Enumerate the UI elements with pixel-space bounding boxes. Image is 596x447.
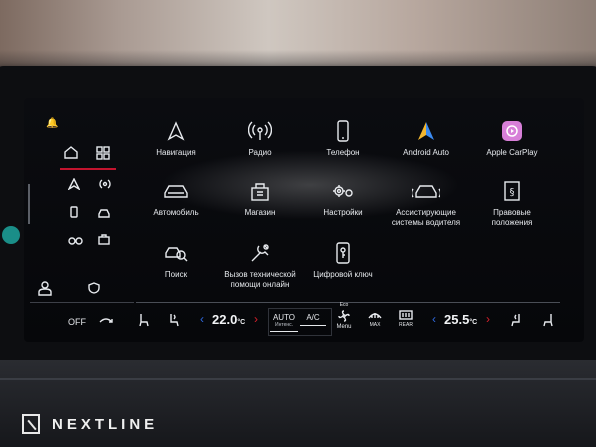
fan-menu-button[interactable]: Menu xyxy=(334,310,354,330)
home-icon[interactable] xyxy=(64,146,78,162)
app-label: Поиск xyxy=(164,270,188,279)
label-line1: Правовые xyxy=(493,208,531,217)
app-label: Вызов технической помощи онлайн xyxy=(224,270,295,290)
temperature-left-unit: °C xyxy=(237,319,246,326)
car-icon xyxy=(163,178,189,204)
label-line2: помощи онлайн xyxy=(230,280,290,289)
temperature-left-value: 22.0 xyxy=(212,312,238,327)
temp-right-decrease[interactable]: ‹ xyxy=(432,312,436,326)
app-label: Ассистирующие системы водителя xyxy=(392,208,460,228)
android-auto-icon xyxy=(417,118,435,144)
sidebar-separator xyxy=(30,302,134,303)
ac-button[interactable]: A/C xyxy=(300,313,326,326)
app-navigation[interactable]: Навигация xyxy=(128,118,224,158)
dashboard-edge xyxy=(0,378,596,380)
brand-name: NEXTLINE xyxy=(52,415,159,433)
ac-label: A/C xyxy=(306,313,320,322)
fan-icon xyxy=(338,310,350,322)
app-android-auto[interactable]: Android Auto xyxy=(378,118,474,158)
brand-logo-icon xyxy=(22,414,40,434)
search-icon xyxy=(164,240,188,266)
svg-text:§: § xyxy=(510,187,515,198)
app-label: Цифровой ключ xyxy=(313,270,373,279)
sidebar-divider xyxy=(28,184,30,224)
rear-label: REAR xyxy=(399,322,413,328)
label-line1: Ассистирующие xyxy=(396,208,456,217)
app-digital-key[interactable]: Цифровой ключ xyxy=(295,240,391,280)
app-settings[interactable]: Настройки xyxy=(295,178,391,218)
digital-key-icon xyxy=(335,240,351,266)
app-label: Настройки xyxy=(323,208,363,217)
temp-left-increase[interactable]: › xyxy=(254,312,258,326)
phone-icon[interactable] xyxy=(70,206,78,221)
grid-icon[interactable] xyxy=(96,146,112,162)
seat-vent-left-icon[interactable] xyxy=(168,313,180,329)
status-indicator xyxy=(2,226,20,244)
shield-car-icon[interactable] xyxy=(88,282,100,297)
temp-left-decrease[interactable]: ‹ xyxy=(200,312,204,326)
temp-right-increase[interactable]: › xyxy=(486,312,490,326)
temperature-right-value: 25.5 xyxy=(444,312,470,327)
max-label: MAX xyxy=(369,322,381,328)
defrost-icon xyxy=(368,313,382,319)
assist-icon xyxy=(412,178,440,204)
auto-intensity-label: Интенс. xyxy=(274,322,294,328)
brand-watermark: NEXTLINE xyxy=(22,412,158,436)
climate-off-button[interactable]: OFF xyxy=(68,317,86,327)
store-icon xyxy=(250,178,270,204)
seat-heat-left-icon[interactable] xyxy=(138,313,150,329)
active-tab-indicator xyxy=(60,168,116,170)
car-icon[interactable] xyxy=(97,207,111,221)
seat-vent-right-icon[interactable] xyxy=(510,313,522,329)
phone-icon xyxy=(337,118,349,144)
recirculation-icon[interactable] xyxy=(98,315,114,327)
radio-icon xyxy=(248,118,272,144)
app-label: Радио xyxy=(248,148,272,157)
navigation-icon xyxy=(167,118,185,144)
app-roadside-assistance[interactable]: Вызов технической помощи онлайн xyxy=(212,240,308,290)
app-label: Телефон xyxy=(326,148,360,157)
app-label: Android Auto xyxy=(403,148,449,157)
store-icon[interactable] xyxy=(98,233,110,248)
gear-icon xyxy=(331,178,355,204)
app-apple-carplay[interactable]: Apple CarPlay xyxy=(464,118,560,158)
seat-heat-right-icon[interactable] xyxy=(542,313,554,329)
menu-label: Menu xyxy=(336,324,352,330)
navigation-icon[interactable] xyxy=(67,177,81,193)
app-driver-assist[interactable]: Ассистирующие системы водителя xyxy=(378,178,474,228)
ac-underline xyxy=(300,325,326,326)
temperature-right-unit: °C xyxy=(469,319,478,326)
legal-icon: § xyxy=(504,178,520,204)
carplay-icon xyxy=(501,118,523,144)
app-radio[interactable]: Радио xyxy=(212,118,308,158)
app-store[interactable]: Магазин xyxy=(212,178,308,218)
app-label: Навигация xyxy=(156,148,196,157)
user-icon[interactable] xyxy=(38,280,52,299)
cars-icon[interactable] xyxy=(68,234,84,248)
eco-label: Eco xyxy=(339,302,349,308)
auto-underline xyxy=(270,331,298,332)
max-defrost-button[interactable]: MAX xyxy=(364,310,386,328)
app-label: Автомобиль xyxy=(153,208,199,217)
app-label: Правовые положения xyxy=(492,208,533,228)
temperature-left[interactable]: 22.0°C xyxy=(212,312,245,327)
auto-label: AUTO xyxy=(272,313,296,322)
app-label: Apple CarPlay xyxy=(486,148,538,157)
rear-defrost-icon xyxy=(399,310,413,320)
app-phone[interactable]: Телефон xyxy=(295,118,391,158)
radio-icon[interactable] xyxy=(98,178,112,193)
bell-icon[interactable]: 🔔 xyxy=(46,118,58,129)
label-line1: Вызов технической xyxy=(224,270,296,279)
auto-button[interactable]: AUTO Интенс. xyxy=(270,313,298,332)
app-label: Магазин xyxy=(244,208,276,217)
app-legal[interactable]: § Правовые положения xyxy=(464,178,560,228)
service-icon xyxy=(249,240,271,266)
label-line2: положения xyxy=(491,218,533,227)
app-search[interactable]: Поиск xyxy=(128,240,224,280)
label-line2: системы водителя xyxy=(391,218,461,227)
rear-defrost-button[interactable]: REAR xyxy=(394,310,418,328)
app-automobile[interactable]: Автомобиль xyxy=(128,178,224,218)
temperature-right[interactable]: 25.5°C xyxy=(444,312,477,327)
